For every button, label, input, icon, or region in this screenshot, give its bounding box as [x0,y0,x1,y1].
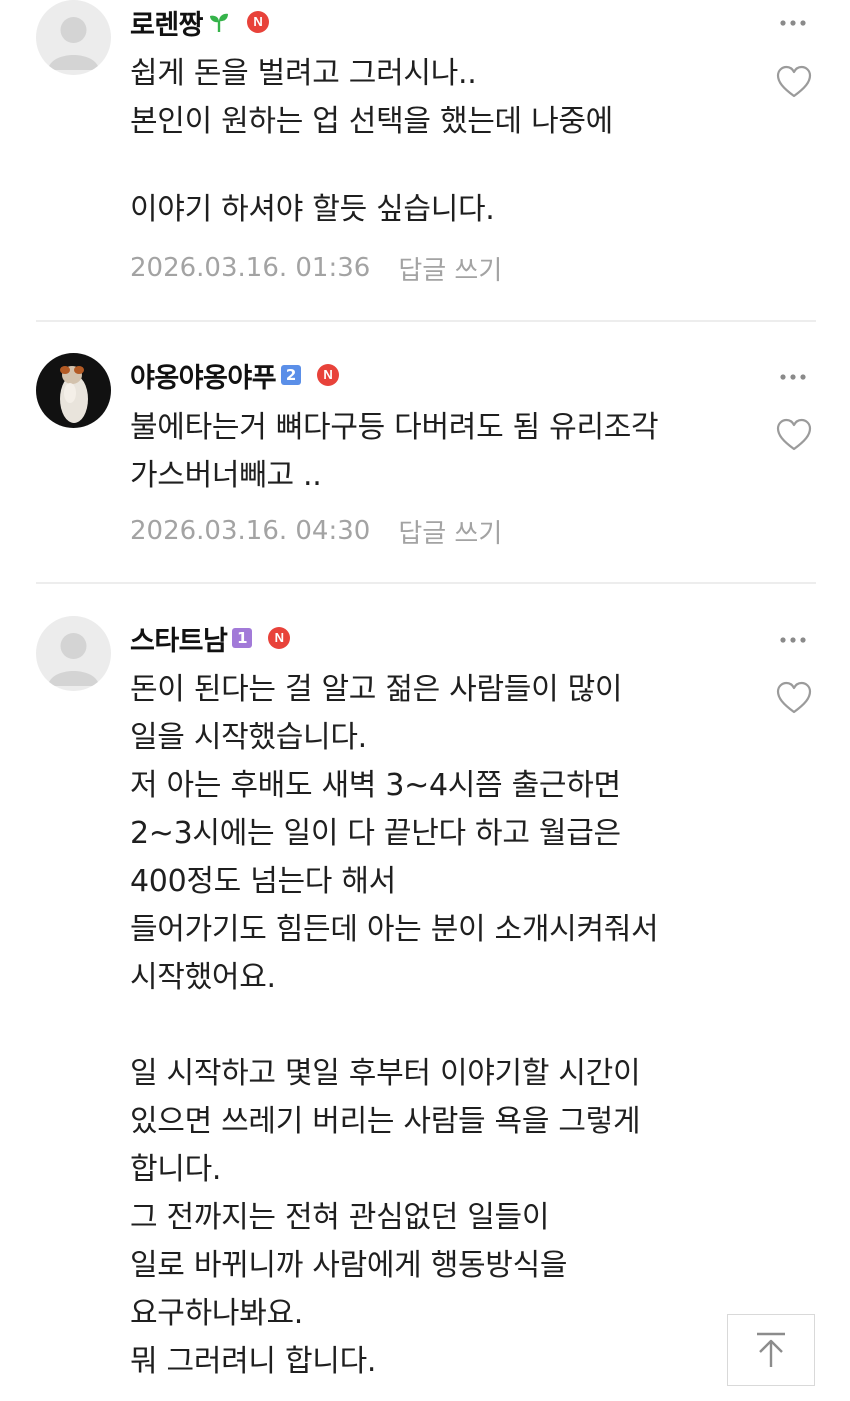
comment-meta: 2026.03.16. 04:30 답글 쓰기 [130,511,502,551]
avatar-default[interactable] [36,616,111,691]
author-name[interactable]: 스타트남 [130,619,228,658]
level-badge: 1 [232,628,253,648]
comment-line [130,146,750,186]
comment-line: 요구하나봐요. [130,1296,304,1331]
avatar-default[interactable] [36,0,111,75]
more-dots-icon[interactable] [772,364,814,390]
comment-author-row: 로렌짱 N [130,2,270,42]
comment-line: 이야기 하셔야 할듯 싶습니다. [130,192,495,227]
comment-line: 들어가기도 힘든데 아는 분이 소개시켜줘서 [130,912,659,947]
comment-line: 본인이 원하는 업 선택을 했는데 나중에 [130,104,613,139]
sprout-icon [210,13,229,32]
comment-author-row: 스타트남 1 N [130,618,291,658]
new-badge: N [317,364,340,386]
comment-line: 있으면 쓰레기 버리는 사람들 욕을 그렇게 [130,1104,641,1139]
comment-line: 불에타는거 뼈다구등 다버려도 됨 유리조각 [130,410,659,445]
level-badge: 2 [281,365,302,385]
comment-line: 쉽게 돈을 벌려고 그러시나.. [130,56,477,91]
author-name[interactable]: 야옹야옹야푸 [130,356,277,395]
comment-line: 합니다. [130,1152,222,1187]
avatar-photo[interactable] [36,353,111,428]
comment-body: 돈이 된다는 걸 알고 젊은 사람들이 많이 일을 시작했습니다. 저 아는 후… [130,666,750,1386]
new-badge: N [247,11,270,33]
comment-line: 그 전까지는 전혀 관심없던 일들이 [130,1200,550,1235]
more-dots-icon[interactable] [772,627,814,653]
comment-line: 일을 시작했습니다. [130,720,367,755]
reply-button[interactable]: 답글 쓰기 [398,250,502,287]
author-name[interactable]: 로렌짱 [130,3,204,42]
new-badge: N [268,627,291,649]
heart-outline-icon[interactable] [775,680,813,716]
comment-meta: 2026.03.16. 01:36 답글 쓰기 [130,248,502,288]
comment-divider [36,320,816,322]
reply-button[interactable]: 답글 쓰기 [398,513,502,550]
comment-line: 시작했어요. [130,960,276,995]
comment-date: 2026.03.16. 01:36 [130,253,371,283]
comment-body: 불에타는거 뼈다구등 다버려도 됨 유리조각 가스버너빼고 .. [130,404,750,500]
heart-outline-icon[interactable] [775,64,813,100]
comment-body: 쉽게 돈을 벌려고 그러시나.. 본인이 원하는 업 선택을 했는데 나중에 이… [130,50,750,234]
comment-line: 돈이 된다는 걸 알고 젊은 사람들이 많이 [130,672,623,707]
comment-author-row: 야옹야옹야푸 2 N [130,355,340,395]
arrow-up-icon [757,1332,785,1367]
comment-line [130,1002,750,1050]
comment-line: 일 시작하고 몇일 후부터 이야기할 시간이 [130,1056,641,1091]
comment-divider [36,582,816,584]
heart-outline-icon[interactable] [775,417,813,453]
comment-line: 400정도 넘는다 해서 [130,864,396,899]
comment-line: 일로 바뀌니까 사람에게 행동방식을 [130,1248,568,1283]
scroll-to-top-button[interactable] [727,1314,815,1386]
comment-line: 가스버너빼고 .. [130,458,322,493]
comment-line: 저 아는 후배도 새벽 3~4시쯤 출근하면 [130,768,621,803]
comment-line: 뭐 그러려니 합니다. [130,1344,377,1379]
more-dots-icon[interactable] [772,10,814,36]
comment-date: 2026.03.16. 04:30 [130,516,371,546]
comment-line: 2~3시에는 일이 다 끝난다 하고 월급은 [130,816,621,851]
